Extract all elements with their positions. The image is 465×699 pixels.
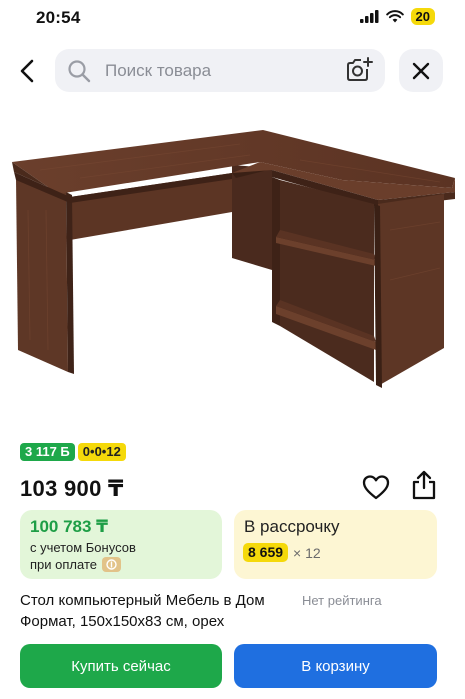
status-time: 20:54 [36,8,81,27]
bonus-price: 100 783 ₸ [30,517,109,536]
status-icons: 20 [359,8,435,25]
search-input[interactable] [105,49,325,92]
wifi-icon [385,10,404,23]
battery-icon: 20 [410,8,435,25]
installment-months: × 12 [293,544,321,561]
bonus-note: с учетом Бонусов [30,540,136,555]
status-bar: 20:54 20 [0,0,465,34]
product-price: 103 900 ₸ [20,476,124,501]
chevron-left-icon [20,59,34,83]
back-button[interactable] [10,54,44,88]
close-icon [412,62,430,79]
search-icon [68,60,91,83]
bonus-payment-note: при оплате [30,557,121,572]
buy-now-button[interactable]: Купить сейчас [20,644,222,688]
add-to-cart-button[interactable]: В корзину [234,644,437,688]
bonus-payment-label: при оплате [30,557,97,572]
product-image[interactable] [0,100,465,420]
signal-icon [359,10,379,23]
bonus-badge: 3 117 Б [20,443,75,461]
share-icon[interactable] [409,469,439,501]
camera-icon[interactable] [345,57,373,83]
installment-title: В рассрочку [244,517,340,536]
installment-amount: 8 659 [243,543,289,562]
installment-badge: 0•0•12 [77,443,126,461]
product-title-details: Формат, 150х150х83 см, орех [20,613,225,630]
bonus-coin-icon [101,557,121,572]
product-title: Стол компьютерный Мебель в Дом [20,592,265,609]
installment-plan: 8 659 × 12 [243,543,321,562]
close-button[interactable] [399,49,443,92]
installment-card[interactable]: В рассрочку 8 659 × 12 [234,510,437,579]
rating-status[interactable]: Нет рейтинга [302,593,382,608]
search-bar[interactable] [55,49,385,92]
promo-badges: 3 117 Б 0•0•12 [20,443,126,461]
bonus-price-card[interactable]: 100 783 ₸ с учетом Бонусов при оплате [20,510,222,579]
favorite-heart-icon[interactable] [361,472,391,502]
